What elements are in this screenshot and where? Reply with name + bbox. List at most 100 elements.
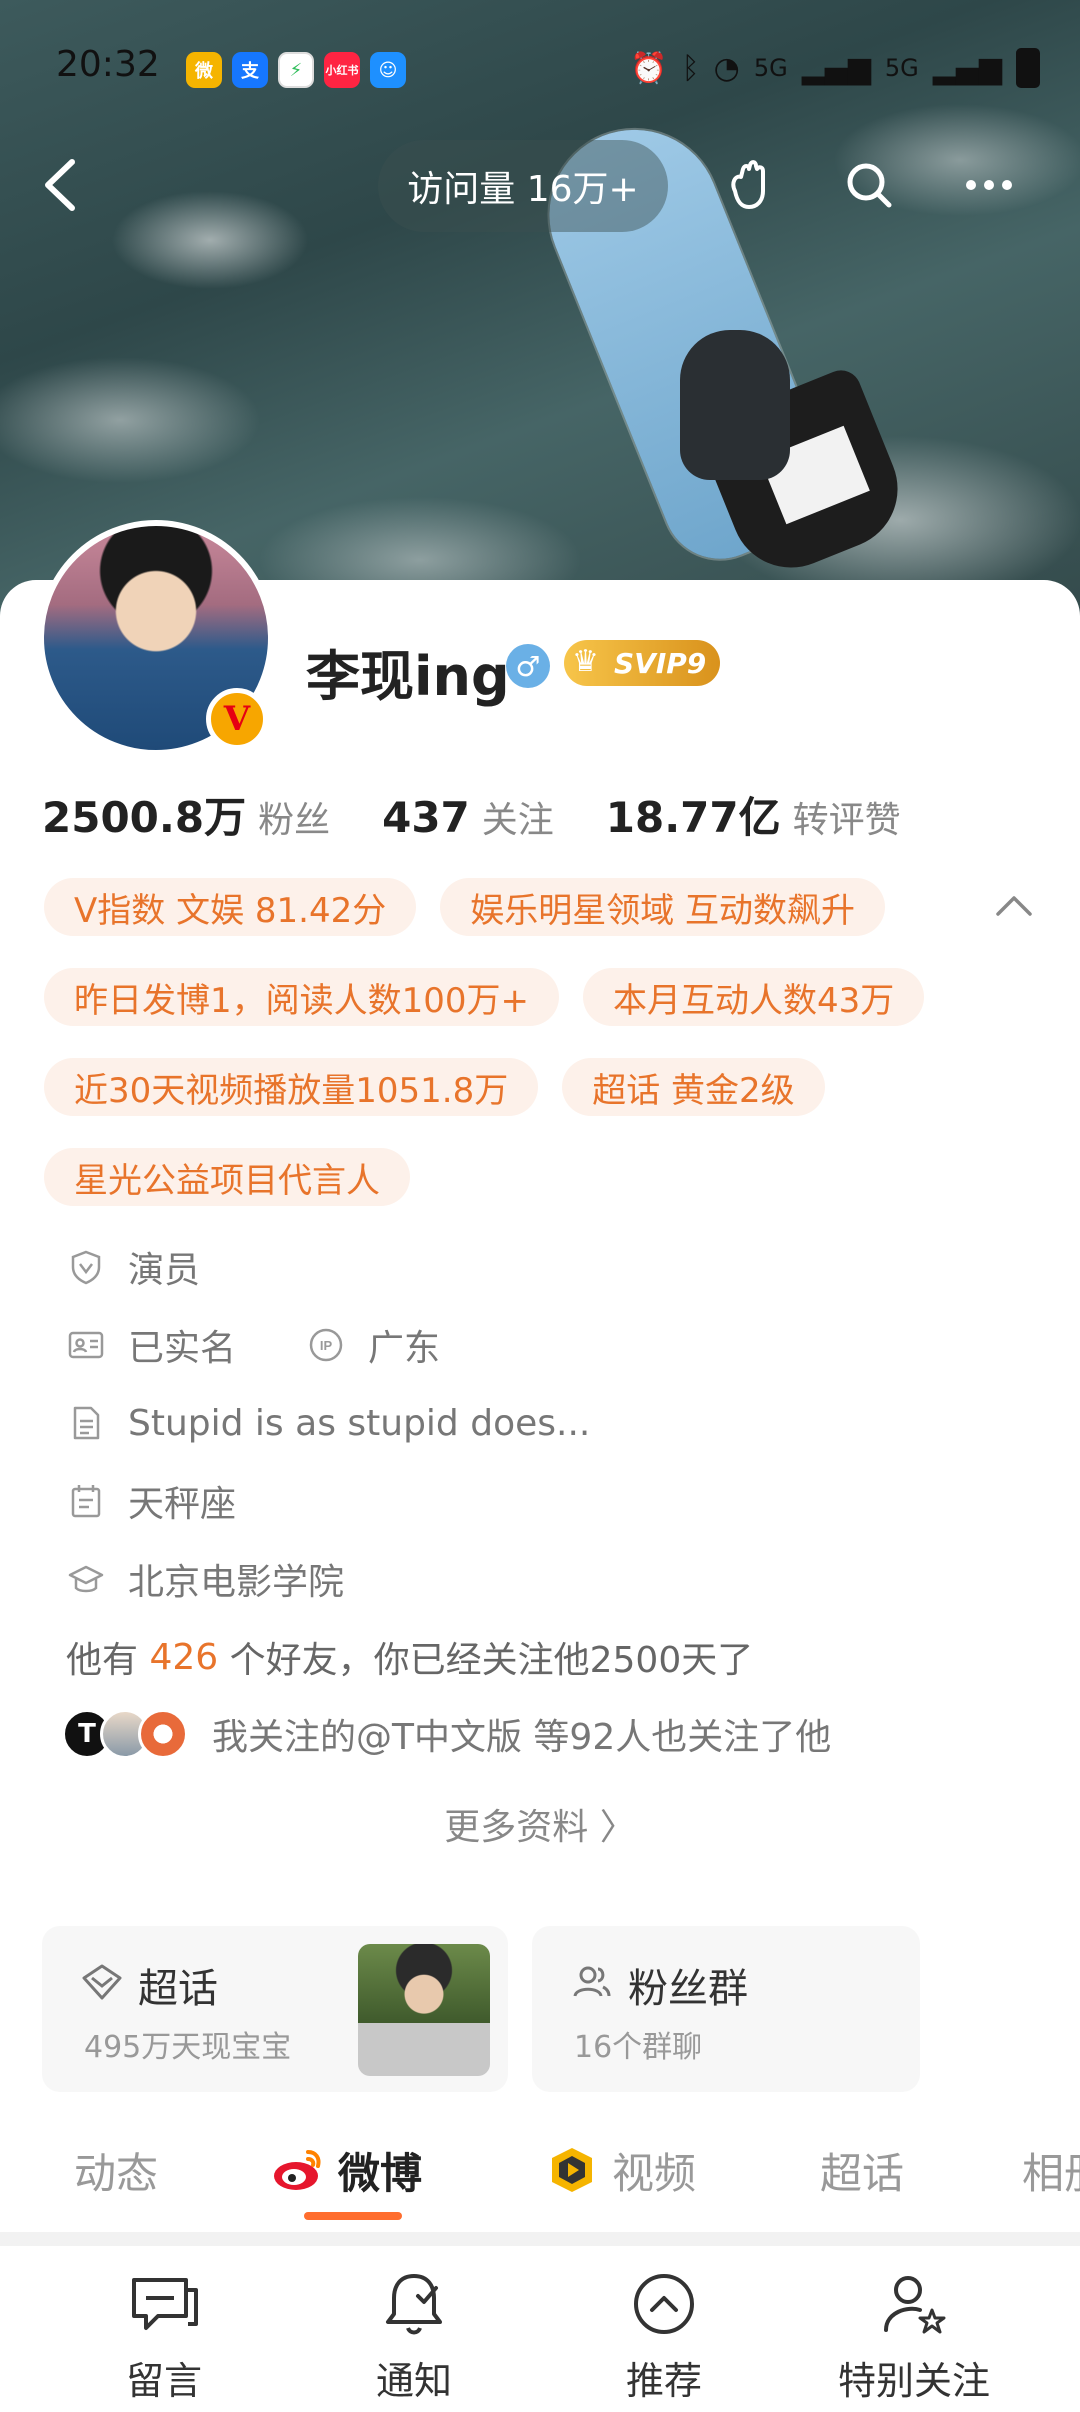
tab-weibo-label: 微博 <box>338 2148 423 2198</box>
svip-badge[interactable]: ♛ SVIP9 <box>564 640 721 686</box>
fan-group-subtitle: 16个群聊 <box>574 2030 703 2065</box>
more-button[interactable] <box>954 150 1024 220</box>
bluetooth-icon: ᛒ <box>681 50 700 86</box>
tag-video-plays[interactable]: 近30天视频播放量1051.8万 <box>44 1058 539 1116</box>
gender-male-icon: ♂ <box>506 644 550 688</box>
info-occupation: 演员 <box>66 1228 753 1306</box>
bio-text: Stupid is as stupid does... <box>128 1402 591 1444</box>
info-bio: Stupid is as stupid does... <box>66 1384 753 1462</box>
status-app-icons: 微 支 ⚡ 小红书 ☺ <box>186 52 406 88</box>
special-follow-button[interactable]: 特别关注 <box>814 2266 1014 2405</box>
section-divider <box>0 2232 1080 2246</box>
interactions-label[interactable]: 转评赞 <box>793 791 901 843</box>
surfer-figure <box>680 330 790 480</box>
more-dots-icon <box>966 180 1012 190</box>
followers-label[interactable]: 粉丝 <box>258 791 330 843</box>
friends-suffix: 个好友，你已经关注他2500天了 <box>218 1640 754 1681</box>
recommend-button[interactable]: 推荐 <box>564 2266 764 2405</box>
tag-monthly-interactions[interactable]: 本月互动人数43万 <box>583 968 925 1026</box>
graduation-cap-icon <box>66 1559 106 1599</box>
video-play-icon <box>552 2148 592 2192</box>
fan-group-card[interactable]: 粉丝群 16个群聊 <box>532 1926 920 2092</box>
document-icon <box>66 1403 106 1443</box>
verified-v-icon: V <box>223 699 251 739</box>
following-label[interactable]: 关注 <box>482 791 554 843</box>
username: 李现ing <box>306 645 510 708</box>
friends-prefix: 他有 <box>66 1640 150 1681</box>
user-star-icon <box>884 2276 946 2334</box>
signal-bars-icon-2: ▂▄▆ <box>932 50 1002 86</box>
tab-activity[interactable]: 动态 <box>74 2130 158 2210</box>
active-tab-indicator <box>304 2212 402 2220</box>
supertopic-thumbnail <box>358 1944 490 2076</box>
more-info-link[interactable]: 更多资料 〉 <box>0 1798 1080 1850</box>
mutual-avatar-stack: T <box>62 1709 188 1759</box>
chat-bubble-icon <box>132 2278 198 2330</box>
xiaohongshu-app-icon: 小红书 <box>324 52 360 88</box>
mutual-followers[interactable]: T 我关注的@T中文版 等92人也关注了他 <box>62 1708 831 1760</box>
following-count[interactable]: 437 <box>382 793 470 842</box>
profile-stats: 2500.8万 粉丝 437 关注 18.77亿 转评赞 <box>42 784 953 845</box>
tab-video[interactable]: 视频 <box>544 2130 696 2210</box>
tab-album-label: 相册 <box>1022 2148 1080 2198</box>
signal-icon-2: 5G <box>884 54 919 82</box>
tab-supertopic-label: 超话 <box>820 2148 905 2198</box>
followers-count[interactable]: 2500.8万 <box>42 784 246 845</box>
shield-icon <box>66 1247 106 1287</box>
bell-check-icon <box>386 2274 442 2335</box>
svip-label: SVIP9 <box>614 646 707 680</box>
special-follow-label: 特别关注 <box>837 2359 990 2403</box>
occupation-label: 演员 <box>128 1250 201 1291</box>
info-zodiac: 天秤座 <box>66 1462 753 1540</box>
tab-supertopic[interactable]: 超话 <box>820 2130 904 2210</box>
qq-app-icon: ☺ <box>370 52 406 88</box>
info-list: 演员 已实名 IP 广东 Stupid is as stupid does...… <box>66 1228 753 1696</box>
battery-icon <box>1016 48 1040 88</box>
fan-group-title: 粉丝群 <box>628 1966 748 2012</box>
notify-button[interactable]: 通知 <box>314 2266 514 2405</box>
status-bar: 20:32 微 支 ⚡ 小红书 ☺ ⏰ ᛒ ◔ 5G ▂▄▆ 5G ▂▄▆ <box>0 0 1080 140</box>
zodiac-label: 天秤座 <box>128 1484 237 1525</box>
tag-supertopic-level[interactable]: 超话 黄金2级 <box>562 1058 825 1116</box>
tab-weibo[interactable]: 微博 <box>270 2130 422 2210</box>
interactions-count[interactable]: 18.77亿 <box>606 784 781 845</box>
verified-label: 已实名 <box>128 1328 237 1369</box>
diamond-icon <box>82 1964 122 2000</box>
back-button[interactable] <box>32 150 92 220</box>
supertopic-card[interactable]: 超话 495万天现宝宝 <box>42 1926 508 2092</box>
wifi-icon: ◔ <box>713 50 740 86</box>
tab-album[interactable]: 相册 <box>1022 2130 1080 2210</box>
tag-row: 近30天视频播放量1051.8万 超话 黄金2级 <box>44 1058 1004 1116</box>
collapse-tags-chevron-up-icon[interactable] <box>992 890 1036 922</box>
poke-button[interactable] <box>714 150 784 220</box>
id-card-icon <box>66 1325 106 1365</box>
visit-count-pill[interactable]: 访问量 16万+ <box>378 140 668 232</box>
search-button[interactable] <box>834 150 904 220</box>
tag-trending[interactable]: 娱乐明星领域 互动数飙升 <box>440 878 886 936</box>
school-label: 北京电影学院 <box>128 1562 345 1603</box>
tab-video-label: 视频 <box>612 2148 697 2198</box>
info-verification: 已实名 IP 广东 <box>66 1306 753 1384</box>
chevron-up-circle-icon <box>634 2274 694 2334</box>
tag-v-index[interactable]: V指数 文娱 81.42分 <box>44 878 417 936</box>
search-icon <box>847 163 892 208</box>
tag-charity-ambassador[interactable]: 星光公益项目代言人 <box>44 1148 410 1206</box>
tag-row: 昨日发博1，阅读人数100万+ 本月互动人数43万 <box>44 968 1004 1026</box>
bottom-action-bar: 留言 通知 推荐 特别关注 <box>0 2246 1080 2412</box>
ip-location-icon: IP <box>306 1325 346 1365</box>
message-board-button[interactable]: 留言 <box>64 2266 264 2405</box>
tab-activity-label: 动态 <box>74 2148 159 2198</box>
security-app-icon: ⚡ <box>278 52 314 88</box>
friends-summary[interactable]: 他有 426 个好友，你已经关注他2500天了 <box>66 1618 753 1696</box>
signal-icon: 5G <box>753 54 788 82</box>
avatar-mutual-3 <box>138 1709 188 1759</box>
weibo-logo-icon <box>274 2150 321 2190</box>
signal-bars-icon: ▂▄▆ <box>801 50 871 86</box>
message-board-label: 留言 <box>125 2359 202 2403</box>
tag-yesterday-post[interactable]: 昨日发博1，阅读人数100万+ <box>44 968 560 1026</box>
status-indicators: ⏰ ᛒ ◔ 5G ▂▄▆ 5G ▂▄▆ <box>630 48 1040 88</box>
friends-count[interactable]: 426 <box>149 1637 218 1678</box>
supertopic-subtitle: 495万天现宝宝 <box>84 2030 292 2065</box>
verified-badge: V <box>206 688 268 750</box>
svg-text:IP: IP <box>320 1338 333 1353</box>
